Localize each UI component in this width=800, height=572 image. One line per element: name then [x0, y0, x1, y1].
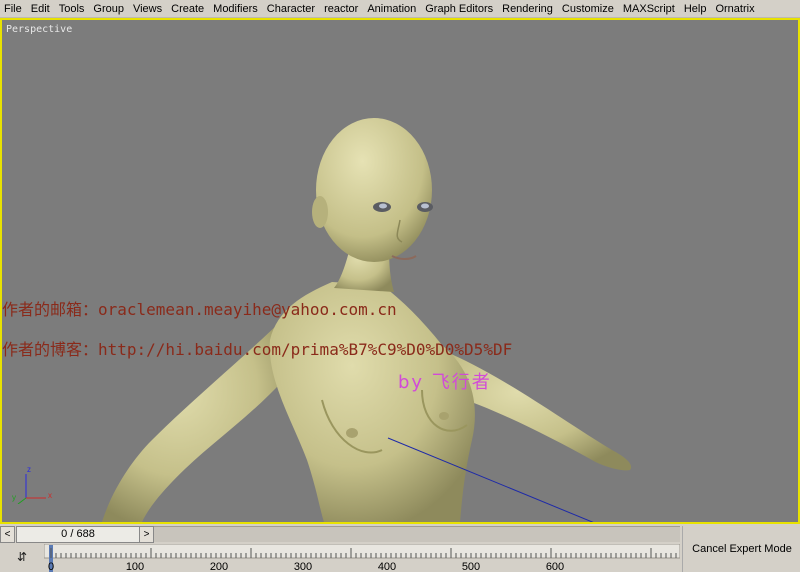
watermark-author: by 飞行者 [398, 372, 492, 393]
watermark-email: 作者的邮箱：oraclemean.meayihe@yahoo.com.cn [2, 300, 397, 319]
mini-curve-editor-icon[interactable]: ⇵ [12, 548, 32, 566]
menu-edit[interactable]: Edit [27, 1, 55, 17]
prev-frame-button[interactable]: < [0, 526, 15, 543]
time-slider-thumb[interactable]: 0 / 688 [16, 526, 140, 543]
track-bar[interactable]: ⇵ 0 100 200 300 400 500 600 [0, 544, 682, 572]
menu-animation[interactable]: Animation [363, 1, 421, 17]
menu-group[interactable]: Group [89, 1, 129, 17]
menu-customize[interactable]: Customize [558, 1, 619, 17]
tick-label-300: 300 [294, 561, 312, 572]
bottom-panel: < 0 / 688 > ⇵ 0 100 200 300 400 500 600 … [0, 524, 800, 572]
tick-label-100: 100 [126, 561, 144, 572]
menu-views[interactable]: Views [129, 1, 167, 17]
menu-reactor[interactable]: reactor [320, 1, 363, 17]
tick-label-400: 400 [378, 561, 396, 572]
x-axis-label: x [48, 491, 52, 500]
menu-ornatrix[interactable]: Ornatrix [711, 1, 759, 17]
3d-model-figure[interactable] [2, 20, 798, 522]
menu-create[interactable]: Create [167, 1, 209, 17]
next-frame-button[interactable]: > [139, 526, 154, 543]
viewport-label[interactable]: Perspective [6, 24, 72, 35]
menu-modifiers[interactable]: Modifiers [209, 1, 263, 17]
y-axis-label: y [12, 493, 16, 502]
ruler-background [44, 544, 680, 559]
menu-tools[interactable]: Tools [55, 1, 90, 17]
z-axis-label: z [27, 465, 31, 474]
tick-label-500: 500 [462, 561, 480, 572]
tick-label-200: 200 [210, 561, 228, 572]
watermark-blog: 作者的博客：http://hi.baidu.com/prima%B7%C9%D0… [2, 340, 513, 359]
time-slider-track[interactable] [154, 526, 680, 542]
menu-rendering[interactable]: Rendering [498, 1, 558, 17]
menu-character[interactable]: Character [263, 1, 320, 17]
menu-file[interactable]: File [0, 1, 27, 17]
tick-label-0: 0 [48, 561, 54, 572]
perspective-viewport[interactable]: Perspective 作者的邮箱：oraclemean.meayihe@yah… [0, 18, 800, 524]
menu-help[interactable]: Help [680, 1, 712, 17]
timeline-ruler[interactable]: 0 100 200 300 400 500 600 [44, 544, 680, 572]
axis-gizmo: z x y [12, 465, 52, 504]
menu-graph-editors[interactable]: Graph Editors [421, 1, 498, 17]
menu-bar: File Edit Tools Group Views Create Modif… [0, 0, 800, 18]
y-axis-line [17, 497, 27, 504]
cancel-expert-mode-button[interactable]: Cancel Expert Mode [682, 526, 800, 572]
time-slider[interactable]: < 0 / 688 > [0, 526, 682, 543]
menu-maxscript[interactable]: MAXScript [619, 1, 680, 17]
tick-label-600: 600 [546, 561, 564, 572]
